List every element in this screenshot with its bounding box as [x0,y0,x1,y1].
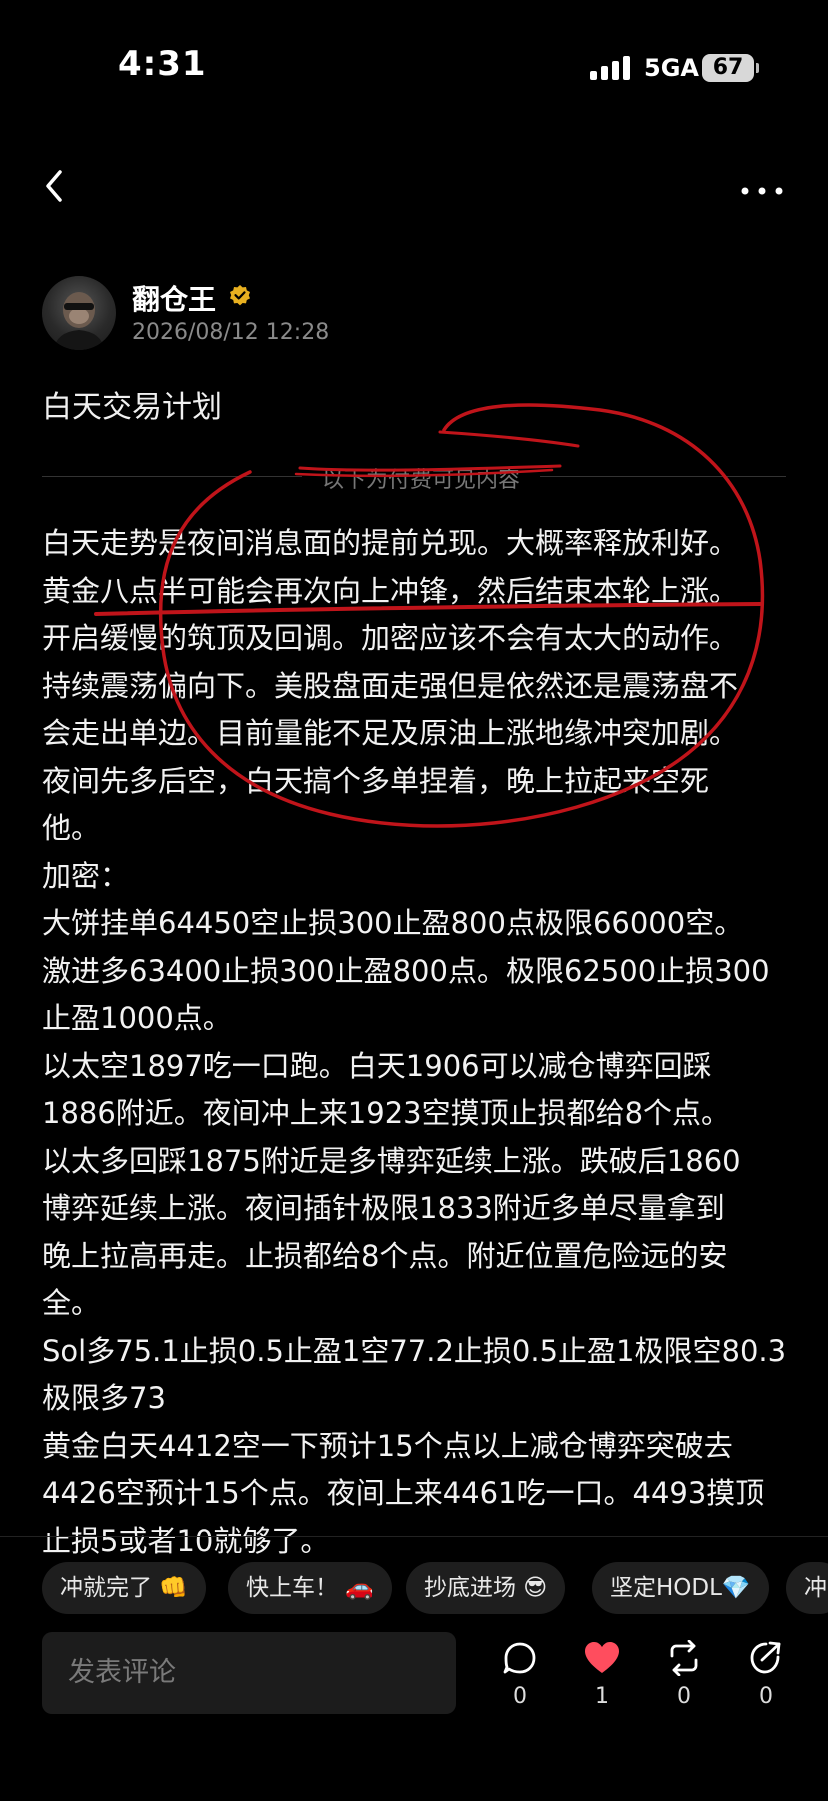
share-icon [750,1641,781,1674]
comment-input[interactable]: 发表评论 [42,1632,456,1714]
post-line: 白天走势是夜间消息面的提前兑现。大概率释放利好。 [42,526,739,560]
battery-icon: 67 [702,54,754,82]
more-icon[interactable] [740,170,784,200]
quick-reply-chip[interactable]: 坚定HODL💎 [592,1562,769,1614]
post-line: 黄金白天4412空一下预计15个点以上减仓博弈突破去 [42,1428,733,1463]
post-line: 止盈1000点。 [42,1001,232,1035]
post-line: 止损5或者10就够了。 [42,1523,330,1558]
post-line: 大饼挂单64450空止损300止盈800点极限66000空。 [42,906,744,940]
back-icon[interactable] [40,166,70,206]
share-count: 0 [759,1684,773,1709]
repost-button[interactable]: 0 [654,1640,714,1709]
heart-icon [585,1642,619,1673]
avatar[interactable] [42,276,116,350]
author-name[interactable]: 翻仓王 [132,278,216,318]
post-line: 全。 [42,1286,101,1320]
repost-count: 0 [677,1684,691,1709]
post-title: 白天交易计划 [42,390,222,425]
post-date: 2026/08/12 12:28 [132,320,330,345]
repost-icon [670,1640,698,1676]
post-line: 会走出单边。目前量能不足及原油上涨地缘冲突加剧。 [42,716,739,750]
comment-icon [503,1642,536,1674]
post-line: 开启缓慢的筑顶及回调。加密应该不会有太大的动作。 [42,621,739,655]
quick-reply-chip[interactable]: 快上车！ 🚗 [228,1562,392,1614]
post-line: 持续震荡偏向下。美股盘面走强但是依然还是震荡盘不 [42,668,739,703]
like-count: 1 [595,1684,609,1709]
bottom-divider [0,1536,828,1537]
share-button[interactable]: 0 [736,1640,796,1709]
comment-count: 0 [513,1684,527,1709]
post-line: 以太空1897吃一口跑。白天1906可以减仓博弈回踩 [42,1048,712,1083]
comment-button[interactable]: 0 [490,1640,550,1709]
network-label: 5GA [644,54,699,82]
post-line: 1886附近。夜间冲上来1923空摸顶止损都给8个点。 [42,1096,731,1130]
post-line: 激进多63400止损300止盈800点。极限62500止损300 [42,953,770,988]
post-line: 极限多73 [42,1381,166,1415]
quick-reply-chip[interactable]: 冲 [786,1562,828,1614]
post-line: Sol多75.1止损0.5止盈1空77.2止损0.5止盈1极限空80.3 [42,1333,787,1368]
post-body: 白天走势是夜间消息面的提前兑现。大概率释放利好。 黄金八点半可能会再次向上冲锋，… [42,520,792,1565]
signal-icon [590,56,632,80]
quick-reply-chip[interactable]: 抄底进场 😎 [406,1562,566,1614]
post-line: 博弈延续上涨。夜间插针极限1833附近多单尽量拿到 [42,1191,725,1225]
post-line: 晚上拉高再走。止损都给8个点。附近位置危险远的安 [42,1238,728,1273]
post-line: 夜间先多后空，白天搞个多单捏着，晚上拉起来空死 [42,763,710,798]
status-time: 4:31 [118,44,207,84]
divider-line [42,476,302,477]
post-line: 黄金八点半可能会再次向上冲锋，然后结束本轮上涨。 [42,573,739,608]
divider-line [540,476,786,477]
verified-badge-icon [228,284,252,308]
post-line: 4426空预计15个点。夜间上来4461吃一口。4493摸顶 [42,1476,765,1510]
post-line: 以太多回踩1875附近是多博弈延续上涨。跌破后1860 [42,1143,741,1178]
post-line: 加密： [42,858,130,893]
paywall-divider-text: 以下为付费可见内容 [321,468,520,493]
post-line: 他。 [42,811,101,845]
battery-tip [756,63,759,73]
quick-reply-chip[interactable]: 冲就完了 👊 [42,1562,206,1614]
like-button[interactable]: 1 [572,1640,632,1709]
